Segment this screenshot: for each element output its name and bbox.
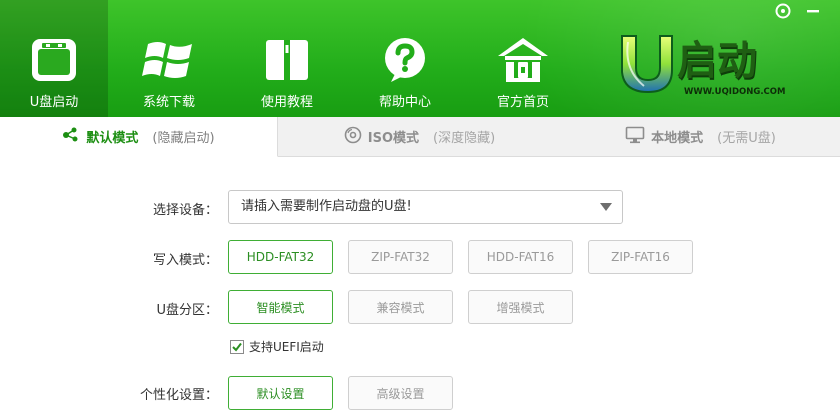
tab-label: 默认模式 [86,131,139,146]
device-label: 选择设备： [152,203,218,218]
window-controls [774,2,822,20]
tab-sublabel: (无需U盘) [717,131,776,146]
partition-label: U盘分区： [156,303,218,318]
partition-smart[interactable]: 智能模式 [228,290,333,324]
write-mode-hdd-fat32[interactable]: HDD-FAT32 [228,240,333,274]
nav-item-usb-boot[interactable]: U盘启动 [0,0,108,117]
mode-tabs: 默认模式 (隐藏启动) ISO模式 (深度隐藏) 本地模式 (无需U盘) [0,117,840,157]
write-mode-zip-fat16[interactable]: ZIP-FAT16 [588,240,693,274]
partition-compatible[interactable]: 兼容模式 [348,290,453,324]
nav-label: 官方首页 [496,95,549,110]
home-icon [495,36,551,84]
logo-text-shadow: 启动 [677,38,757,84]
usb-drive-icon [26,36,82,84]
nav-label: 使用教程 [260,95,313,110]
share-nodes-icon [62,127,80,147]
nav-item-help-center[interactable]: 帮助中心 [348,0,462,117]
nav-label: 帮助中心 [378,95,431,110]
tab-local-mode[interactable]: 本地模式 (无需U盘) [561,117,840,157]
nav-item-official-home[interactable]: 官方首页 [466,0,580,117]
monitor-icon [625,126,645,148]
tab-iso-mode[interactable]: ISO模式 (深度隐藏) [278,117,561,157]
book-icon [259,36,315,84]
write-mode-zip-fat32[interactable]: ZIP-FAT32 [348,240,453,274]
disc-icon [344,126,362,148]
tab-label: 本地模式 [651,131,704,146]
nav-item-system-download[interactable]: 系统下载 [112,0,226,117]
tab-sublabel: (深度隐藏) [433,131,496,146]
personalize-label: 个性化设置： [139,388,218,403]
device-select[interactable]: 请插入需要制作启动盘的U盘! [228,190,623,224]
uefi-checkbox[interactable] [230,339,244,354]
check-icon [232,342,242,352]
windows-logo-icon [141,36,197,84]
tab-default-mode[interactable]: 默认模式 (隐藏启动) [0,117,278,157]
main-nav: U盘启动 系统下载 使用教程 帮助中心 官方首页 [0,0,580,117]
uefi-checkbox-row[interactable]: 支持UEFI启动 [230,338,324,355]
nav-label: U盘启动 [29,95,79,110]
logo-url: WWW.UQIDONG.COM [684,87,785,97]
personalize-advanced[interactable]: 高级设置 [348,376,453,410]
device-select-value: 请插入需要制作启动盘的U盘! [241,199,412,214]
nav-label: 系统下载 [142,95,195,110]
uefi-label: 支持UEFI启动 [249,340,324,354]
personalize-default[interactable]: 默认设置 [228,376,333,410]
brand-logo: 启动 启动 WWW.UQIDONG.COM [614,30,804,100]
partition-enhanced[interactable]: 增强模式 [468,290,573,324]
chevron-down-icon[interactable] [600,203,612,211]
app-header: U盘启动 系统下载 使用教程 帮助中心 官方首页 启动 启动 WWW.UQIDO… [0,0,840,117]
write-mode-label: 写入模式： [152,253,218,268]
minimize-icon[interactable] [804,2,822,20]
write-mode-hdd-fat16[interactable]: HDD-FAT16 [468,240,573,274]
help-circle-icon[interactable] [774,2,792,20]
nav-item-tutorial[interactable]: 使用教程 [230,0,344,117]
tab-sublabel: (隐藏启动) [152,131,215,146]
question-bubble-icon [377,36,433,84]
tab-label: ISO模式 [367,131,420,146]
